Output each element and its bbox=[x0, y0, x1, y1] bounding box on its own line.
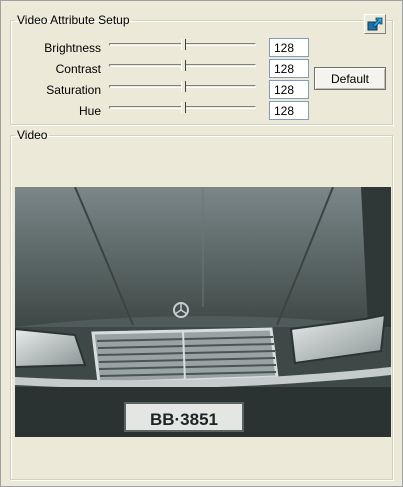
brightness-input[interactable] bbox=[269, 38, 309, 57]
contrast-slider-thumb[interactable] bbox=[181, 60, 186, 71]
license-plate-text: BB·3851 bbox=[150, 410, 218, 429]
brightness-slider-thumb[interactable] bbox=[181, 39, 186, 50]
hue-slider[interactable] bbox=[109, 102, 256, 114]
car-front-image: BB·3851 bbox=[15, 187, 391, 437]
video-preview: BB·3851 bbox=[15, 187, 391, 437]
saturation-label: Saturation bbox=[46, 83, 101, 97]
video-settings-panel: Video Attribute Setup Brightness Contras… bbox=[0, 0, 403, 487]
hue-label: Hue bbox=[78, 104, 101, 118]
default-button[interactable]: Default bbox=[314, 67, 386, 90]
export-button[interactable] bbox=[364, 14, 386, 34]
hue-slider-thumb[interactable] bbox=[181, 102, 186, 113]
contrast-input[interactable] bbox=[269, 59, 309, 78]
saturation-input[interactable] bbox=[269, 80, 309, 99]
video-attribute-legend: Video Attribute Setup bbox=[17, 13, 130, 27]
export-arrow-icon bbox=[367, 17, 383, 31]
saturation-slider[interactable] bbox=[109, 81, 256, 93]
saturation-slider-thumb[interactable] bbox=[181, 81, 186, 92]
contrast-label: Contrast bbox=[55, 62, 101, 76]
brightness-slider[interactable] bbox=[109, 39, 256, 51]
contrast-slider[interactable] bbox=[109, 60, 256, 72]
hue-input[interactable] bbox=[269, 101, 309, 120]
brightness-label: Brightness bbox=[44, 41, 101, 55]
video-legend: Video bbox=[17, 128, 48, 142]
